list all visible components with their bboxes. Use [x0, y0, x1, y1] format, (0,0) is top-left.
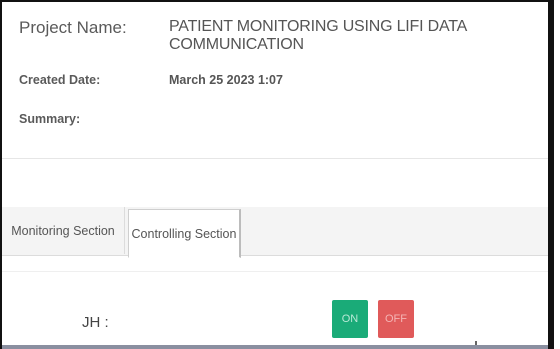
tab-controlling-label: Controlling Section [131, 226, 237, 241]
tab-controlling-section[interactable]: Controlling Section [128, 209, 241, 258]
tab-monitoring-section[interactable]: Monitoring Section [2, 207, 125, 254]
content-divider [2, 271, 548, 272]
project-name-label: Project Name: [19, 18, 127, 37]
created-date-label: Created Date: [19, 73, 101, 87]
project-details-panel: Project Name: PATIENT MONITORING USING L… [0, 0, 554, 349]
device-label: JH : [82, 314, 109, 331]
section-tabs: Monitoring Section Controlling Section [2, 207, 548, 258]
summary-label: Summary: [19, 112, 81, 126]
on-button[interactable]: ON [332, 300, 368, 338]
tab-monitoring-label: Monitoring Section [11, 223, 115, 238]
off-button[interactable]: OFF [378, 300, 414, 338]
horizontal-scrollbar[interactable] [2, 345, 548, 349]
header-divider [2, 158, 548, 159]
created-date-value: March 25 2023 1:07 [169, 73, 283, 87]
project-name-value: PATIENT MONITORING USING LIFI DATA COMMU… [169, 18, 467, 53]
